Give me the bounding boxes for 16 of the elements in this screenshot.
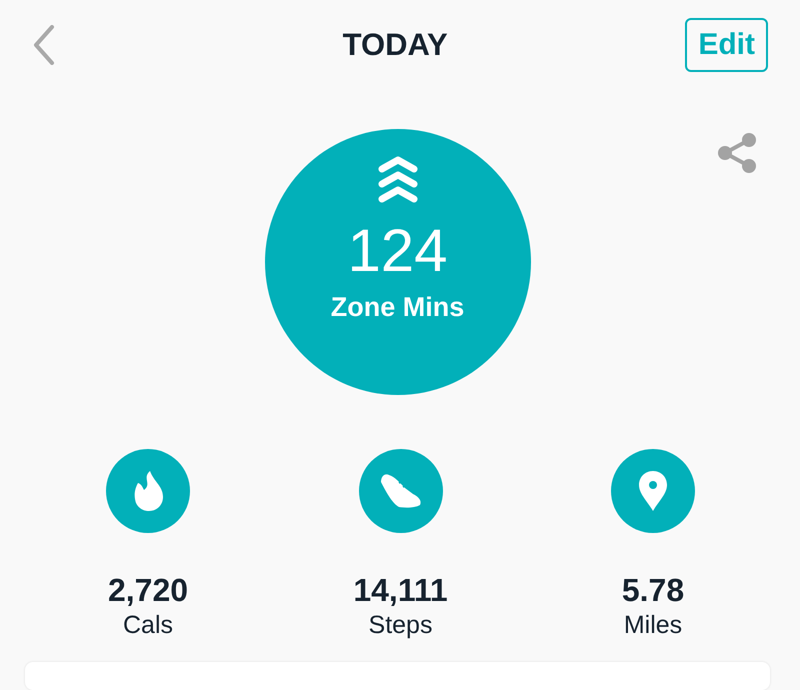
zone-minutes-label: Zone Mins xyxy=(330,292,464,323)
stat-value: 2,720 xyxy=(108,572,188,609)
stat-value: 14,111 xyxy=(353,572,448,609)
shoe-icon xyxy=(378,472,422,510)
edit-button[interactable]: Edit xyxy=(685,18,768,72)
stat-value: 5.78 xyxy=(622,572,684,609)
flame-icon xyxy=(132,470,164,512)
zone-minutes-value: 124 xyxy=(347,218,448,284)
map-pin-icon xyxy=(638,470,668,512)
page-title: TODAY xyxy=(342,27,448,63)
zone-minutes-circle[interactable]: 124 Zone Mins xyxy=(264,129,530,395)
stat-label: Steps xyxy=(368,611,432,640)
stat-label: Cals xyxy=(122,611,173,640)
share-icon[interactable] xyxy=(716,132,758,174)
back-icon[interactable] xyxy=(33,25,55,65)
stat-label: Miles xyxy=(624,611,682,640)
